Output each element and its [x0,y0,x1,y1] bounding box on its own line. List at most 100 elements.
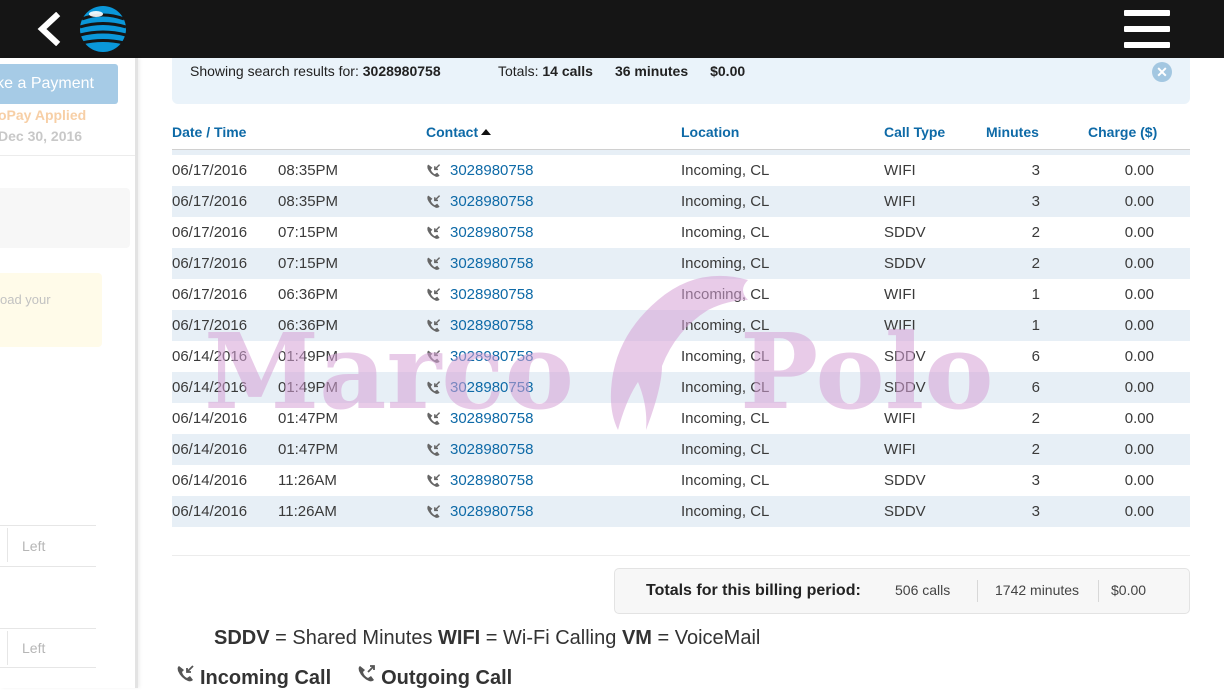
call-table-body: 06/17/2016 08:35PM 3028980758 Incoming, CL W… [172,155,1190,527]
row-charge: 0.00 [1124,472,1154,489]
call-direction-legend: Incoming Call Outgoing Call [176,664,512,690]
row-contact-link[interactable]: 3028980758 [450,348,533,365]
row-time: 07:15PM [278,224,339,241]
table-row: 06/14/2016 11:26AM 3028980758 Incoming, CL S… [172,496,1190,527]
call-type-legend: SDDV = Shared Minutes WIFI = Wi-Fi Calli… [214,627,760,650]
table-row: 06/17/2016 07:15PM 3028980758 Incoming, CL S… [172,217,1190,248]
row-minutes: 1 [1031,286,1040,303]
billing-minutes: 1742 minutes [995,582,1080,598]
column-contact-label: Contact [426,124,479,140]
row-time: 01:47PM [278,441,339,458]
column-minutes[interactable]: Minutes [986,124,1039,140]
row-contact-link[interactable]: 3028980758 [450,410,533,427]
row-contact-link[interactable]: 3028980758 [450,286,533,303]
row-call-type: SDDV [884,472,926,489]
incoming-call-icon [177,665,194,682]
table-row: 06/17/2016 06:36PM 3028980758 Incoming, CL W… [172,310,1190,341]
table-row: 06/14/2016 01:47PM 3028980758 Incoming, CL W… [172,403,1190,434]
row-location: Incoming, CL [681,317,770,334]
row-time: 01:47PM [278,410,339,427]
incoming-call-icon [426,411,442,427]
sidebar-divider [0,566,96,567]
totals-calls: 14 calls [542,63,593,79]
att-globe-icon[interactable] [79,5,127,53]
account-sidebar: ke a Payment oPay Applied Dec 30, 2016 o… [0,58,138,688]
column-contact[interactable]: Contact [426,124,492,140]
row-call-type: SDDV [884,503,926,520]
row-contact-link[interactable]: 3028980758 [450,441,533,458]
incoming-call-icon [426,349,442,365]
row-date: 06/14/2016 [172,410,248,427]
column-charge[interactable]: Charge ($) [1088,124,1157,140]
row-date: 06/14/2016 [172,441,248,458]
row-call-type: WIFI [884,193,916,210]
hamburger-menu-icon[interactable] [1124,10,1170,48]
legend-incoming-label: Incoming Call [200,667,332,689]
row-date: 06/14/2016 [172,503,248,520]
totals-amount: $0.00 [710,63,746,79]
upload-notice[interactable] [0,273,102,347]
sidebar-divider [0,525,96,526]
legend-wifi-text: = Wi-Fi Calling [480,627,622,649]
row-contact-link[interactable]: 3028980758 [450,255,533,272]
row-minutes: 2 [1031,410,1040,427]
table-row: 06/14/2016 01:47PM 3028980758 Incoming, CL W… [172,434,1190,465]
row-minutes: 1 [1031,317,1040,334]
row-contact-link[interactable]: 3028980758 [450,193,533,210]
outgoing-call-icon [358,665,376,682]
row-contact-link[interactable]: 3028980758 [450,379,533,396]
incoming-call-icon [426,256,442,272]
sidebar-divider [7,528,8,562]
autopay-status: oPay Applied [0,107,87,123]
sidebar-divider [7,631,8,665]
legend-sddv-text: = Shared Minutes [269,627,439,649]
table-divider [172,555,1190,556]
billing-calls: 506 calls [895,582,951,598]
chevron-left-icon[interactable] [34,12,62,46]
table-row: 06/14/2016 11:26AM 3028980758 Incoming, CL S… [172,465,1190,496]
row-charge: 0.00 [1124,348,1154,365]
row-time: 06:36PM [278,286,339,303]
incoming-call-icon [426,504,442,520]
row-contact-link[interactable]: 3028980758 [450,472,533,489]
incoming-call-icon [426,163,442,179]
close-circle-icon[interactable]: ✕ [1152,62,1172,82]
table-row: 06/17/2016 08:35PM 3028980758 Incoming, CL W… [172,186,1190,217]
column-call-type[interactable]: Call Type [884,124,945,140]
row-date: 06/14/2016 [172,472,248,489]
row-date: 06/14/2016 [172,348,248,365]
row-charge: 0.00 [1124,286,1154,303]
row-time: 01:49PM [278,379,339,396]
row-contact-link[interactable]: 3028980758 [450,224,533,241]
table-row: 06/17/2016 06:36PM 3028980758 Incoming, CL W… [172,279,1190,310]
row-location: Incoming, CL [681,441,770,458]
row-contact-link[interactable]: 3028980758 [450,317,533,334]
row-date: 06/17/2016 [172,286,248,303]
row-call-type: WIFI [884,410,916,427]
row-charge: 0.00 [1124,255,1154,272]
incoming-call-icon [426,442,442,458]
due-date: Dec 30, 2016 [0,128,83,144]
row-time: 07:15PM [278,255,339,272]
row-minutes: 3 [1031,162,1040,179]
row-charge: 0.00 [1124,503,1154,520]
legend-sddv-code: SDDV [214,627,270,649]
row-minutes: 2 [1031,224,1040,241]
table-row: 06/14/2016 01:49PM 3028980758 Incoming, CL S… [172,341,1190,372]
incoming-call-icon [426,473,442,489]
table-row: 06/17/2016 08:35PM 3028980758 Incoming, CL W… [172,155,1190,186]
row-contact-link[interactable]: 3028980758 [450,503,533,520]
upload-notice-text: oad your [0,292,51,307]
row-charge: 0.00 [1124,193,1154,210]
incoming-call-icon [426,194,442,210]
legend-vm-text: = VoiceMail [651,627,761,649]
row-contact-link[interactable]: 3028980758 [450,162,533,179]
column-location[interactable]: Location [681,124,739,140]
table-row: 06/14/2016 01:49PM 3028980758 Incoming, CL S… [172,372,1190,403]
billing-divider [977,580,978,602]
row-minutes: 3 [1031,472,1040,489]
column-datetime[interactable]: Date / Time [172,124,246,140]
search-results-banner: Showing search results for: 3028980758 T… [172,58,1190,104]
sidebar-divider [0,667,96,668]
make-payment-button[interactable]: ke a Payment [0,64,118,104]
